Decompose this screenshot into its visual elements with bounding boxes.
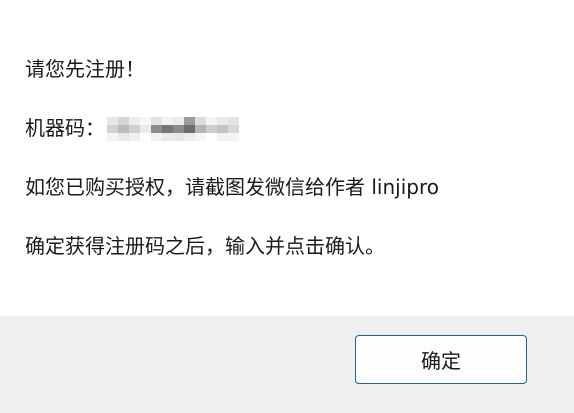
purchase-instruction: 如您已购买授权，请截图发微信给作者 linjipro [25,175,439,199]
mosaic-pixel [228,133,239,141]
mosaic-pixel [173,117,184,125]
ok-button[interactable]: 确定 [355,335,527,384]
mosaic-pixel [162,133,173,141]
dialog-message: 请您先注册！ 机器码： 如您已购买授权，请截图发微信给作者 linjipro 确… [25,54,565,261]
mosaic-pixel [129,117,140,125]
register-dialog: 请您先注册！ 机器码： 如您已购买授权，请截图发微信给作者 linjipro 确… [0,0,574,413]
mosaic-pixel [195,117,206,125]
mosaic-pixel [206,117,217,125]
mosaic-pixel [217,125,228,133]
mosaic-pixel [129,133,140,141]
mosaic-pixel [184,117,195,125]
mosaic-pixel [140,117,151,125]
mosaic-pixel [206,133,217,141]
mosaic-pixel [107,117,118,125]
mosaic-pixel [184,125,195,133]
mosaic-pixel [140,125,151,133]
mosaic-pixel [118,117,129,125]
register-prompt: 请您先注册！ [25,57,145,81]
machine-code-row: 机器码： [25,113,565,143]
mosaic-pixel [195,133,206,141]
mosaic-pixel [107,133,118,141]
mosaic-pixel [151,125,162,133]
mosaic-pixel [151,117,162,125]
mosaic-pixel [206,125,217,133]
confirm-instruction: 确定获得注册码之后，输入并点击确认。 [25,234,385,258]
mosaic-pixel [195,125,206,133]
mosaic-pixel [107,125,118,133]
mosaic-pixel [217,133,228,141]
mosaic-pixel [129,125,140,133]
mosaic-pixel [173,125,184,133]
mosaic-pixel [162,125,173,133]
mosaic-pixel [184,133,195,141]
mosaic-pixel [228,117,239,125]
machine-code-label: 机器码： [25,116,105,140]
mosaic-pixel [140,133,151,141]
mosaic-pixel [162,117,173,125]
mosaic-pixel [151,133,162,141]
mosaic-pixel [118,133,129,141]
machine-code-redacted [107,117,239,141]
mosaic-pixel [217,117,228,125]
mosaic-pixel [228,125,239,133]
mosaic-pixel [118,125,129,133]
mosaic-pixel [173,133,184,141]
